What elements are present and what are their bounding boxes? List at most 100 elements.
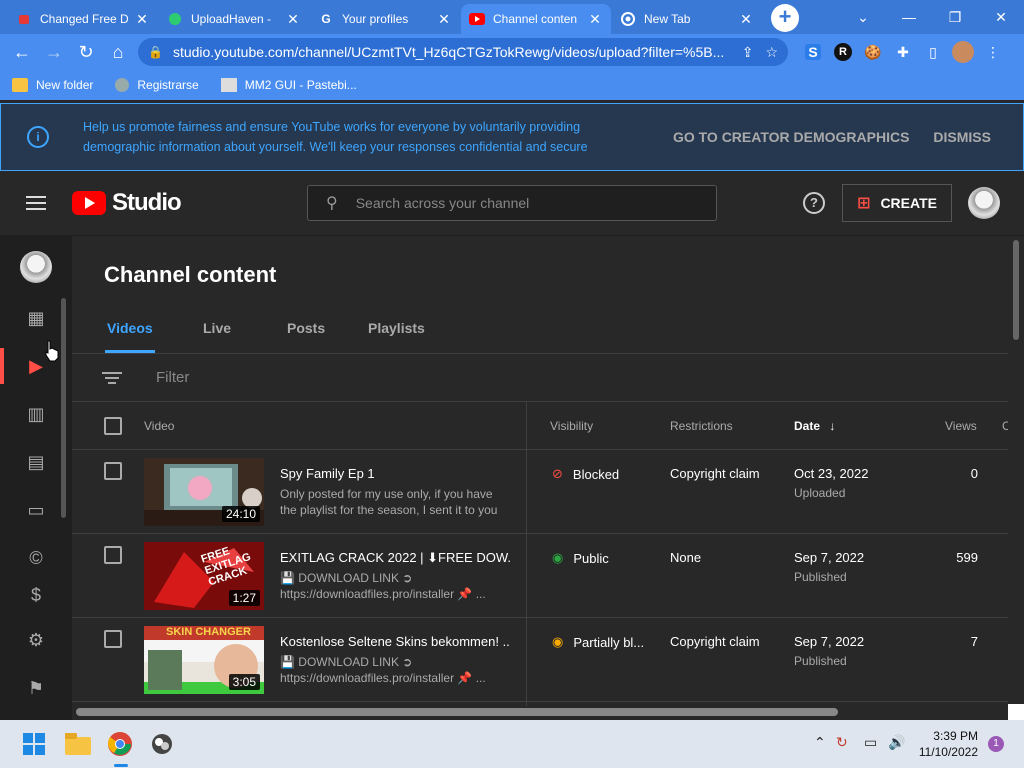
video-title[interactable]: Kostenlose Seltene Skins bekommen! ... bbox=[280, 634, 510, 649]
profile-avatar-icon[interactable] bbox=[948, 37, 978, 67]
table-row[interactable]: 24:10 Spy Family Ep 1 Only posted for my… bbox=[72, 450, 1008, 534]
tab-title: New Tab bbox=[644, 12, 691, 26]
hamburger-menu-icon[interactable] bbox=[26, 192, 46, 214]
restrictions-cell[interactable]: None bbox=[670, 550, 701, 565]
date-cell: Sep 7, 2022 bbox=[794, 634, 865, 649]
game-app-icon[interactable] bbox=[146, 728, 178, 760]
chrome-taskbar-icon[interactable] bbox=[104, 728, 136, 760]
row-checkbox[interactable] bbox=[104, 630, 122, 648]
close-icon[interactable]: ✕ bbox=[134, 11, 150, 28]
new-tab-button[interactable]: + bbox=[771, 4, 799, 32]
visibility-cell[interactable]: ⊘ Blocked bbox=[552, 466, 619, 482]
sync-alert-icon[interactable]: ↻ bbox=[836, 734, 848, 751]
column-visibility[interactable]: Visibility bbox=[550, 419, 593, 433]
video-thumbnail[interactable]: SKIN CHANGER 3:05 bbox=[144, 626, 264, 694]
column-restrictions[interactable]: Restrictions bbox=[670, 419, 733, 433]
row-checkbox[interactable] bbox=[104, 546, 122, 564]
table-row[interactable]: SKIN CHANGER 3:05 Kostenlose Seltene Ski… bbox=[72, 618, 1008, 702]
notification-badge[interactable]: 1 bbox=[988, 736, 1004, 752]
file-explorer-icon[interactable] bbox=[62, 728, 94, 760]
visibility-cell[interactable]: ◉ Partially bl... bbox=[552, 634, 644, 650]
earn-icon[interactable]: $ bbox=[0, 582, 72, 608]
video-description-line: the playlist for the season, I sent it t… bbox=[280, 503, 498, 517]
volume-icon[interactable]: 🔊 bbox=[888, 734, 905, 751]
create-button[interactable]: ⊞ CREATE bbox=[842, 184, 952, 222]
video-thumbnail[interactable]: FREE EXITLAG CRACK 1:27 bbox=[144, 542, 264, 610]
close-icon[interactable]: ✕ bbox=[738, 11, 754, 28]
send-feedback-icon[interactable]: ⚑ bbox=[0, 666, 72, 710]
puzzle-extensions-icon[interactable]: ✚ bbox=[888, 37, 918, 67]
column-date[interactable]: Date ↓ bbox=[794, 419, 835, 433]
channel-search-input[interactable]: ⚲ Search across your channel bbox=[307, 185, 717, 221]
tab-videos[interactable]: Videos bbox=[105, 320, 155, 353]
visibility-cell[interactable]: ◉ Public bbox=[552, 550, 609, 566]
restrictions-cell[interactable]: Copyright claim bbox=[670, 634, 760, 649]
bookmark-new-folder[interactable]: New folder bbox=[12, 78, 93, 92]
table-horizontal-scrollbar[interactable] bbox=[76, 708, 838, 716]
home-icon[interactable]: ⌂ bbox=[102, 36, 134, 68]
video-duration: 1:27 bbox=[228, 590, 260, 606]
studio-logo[interactable]: Studio bbox=[72, 189, 182, 217]
date-status: Published bbox=[794, 654, 847, 668]
video-title[interactable]: EXITLAG CRACK 2022 | ⬇FREE DOW... bbox=[280, 550, 510, 566]
back-icon[interactable]: ← bbox=[6, 36, 38, 68]
show-hidden-icons-icon[interactable]: ⌃ bbox=[814, 734, 826, 751]
filter-icon[interactable] bbox=[102, 369, 122, 387]
tab-search-icon[interactable]: ⌄ bbox=[840, 0, 886, 34]
windows-start-icon[interactable] bbox=[18, 728, 50, 760]
lock-icon[interactable]: 🔒 bbox=[148, 45, 163, 59]
account-avatar[interactable] bbox=[968, 187, 1000, 219]
settings-gear-icon[interactable]: ⚙ bbox=[0, 618, 72, 662]
extension-r-icon[interactable]: R bbox=[828, 37, 858, 67]
minimize-icon[interactable]: — bbox=[886, 0, 932, 34]
bookmark-registrarse[interactable]: Registrarse bbox=[115, 78, 199, 92]
dismiss-button[interactable]: DISMISS bbox=[933, 129, 991, 145]
browser-tab-4[interactable]: Channel conten ✕ bbox=[461, 4, 611, 34]
search-icon: ⚲ bbox=[326, 195, 338, 212]
channel-avatar[interactable] bbox=[20, 251, 52, 283]
video-title[interactable]: Spy Family Ep 1 bbox=[280, 466, 510, 481]
copyright-icon[interactable]: © bbox=[0, 536, 72, 580]
info-icon: i bbox=[27, 126, 49, 148]
browser-tab-3[interactable]: G Your profiles ✕ bbox=[310, 4, 460, 34]
close-icon[interactable]: ✕ bbox=[587, 11, 603, 28]
menu-kebab-icon[interactable]: ⋮ bbox=[978, 37, 1008, 67]
visibility-partially-blocked-eye-icon: ◉ bbox=[552, 634, 564, 649]
address-bar[interactable]: 🔒 studio.youtube.com/channel/UCzmtTVt_Hz… bbox=[138, 38, 788, 66]
network-icon[interactable]: ▭ bbox=[864, 734, 877, 751]
window-close-icon[interactable]: ✕ bbox=[978, 0, 1024, 34]
reload-icon[interactable]: ↻ bbox=[70, 36, 102, 68]
forward-icon[interactable]: → bbox=[38, 36, 70, 68]
go-to-creator-demographics-button[interactable]: GO TO CREATOR DEMOGRAPHICS bbox=[673, 129, 909, 145]
nav-scrollbar[interactable] bbox=[61, 298, 66, 518]
close-icon[interactable]: ✕ bbox=[436, 11, 452, 28]
extension-s-icon[interactable]: S bbox=[798, 37, 828, 67]
system-clock[interactable]: 3:39 PM 11/10/2022 bbox=[912, 728, 978, 760]
table-row[interactable]: FREE EXITLAG CRACK 1:27 EXITLAG CRACK 2022… bbox=[72, 534, 1008, 618]
select-all-checkbox[interactable] bbox=[104, 417, 122, 435]
tab-live[interactable]: Live bbox=[203, 320, 231, 336]
browser-tab-2[interactable]: UploadHaven - ✕ bbox=[159, 4, 309, 34]
close-icon[interactable]: ✕ bbox=[285, 11, 301, 28]
bookmark-pastebin[interactable]: MM2 GUI - Pastebi... bbox=[220, 78, 357, 92]
help-icon[interactable]: ? bbox=[803, 192, 825, 214]
column-views[interactable]: Views bbox=[945, 419, 977, 433]
page-vertical-scrollbar[interactable] bbox=[1013, 240, 1019, 340]
row-checkbox[interactable] bbox=[104, 462, 122, 480]
restrictions-cell[interactable]: Copyright claim bbox=[670, 466, 760, 481]
filter-input[interactable]: Filter bbox=[156, 369, 189, 386]
demographics-banner: i Help us promote fairness and ensure Yo… bbox=[0, 103, 1024, 171]
column-comments[interactable]: C bbox=[1002, 419, 1008, 433]
side-panel-icon[interactable]: ▯ bbox=[918, 37, 948, 67]
browser-tab-5[interactable]: New Tab ✕ bbox=[612, 4, 762, 34]
tab-posts[interactable]: Posts bbox=[287, 320, 325, 336]
bookmark-star-icon[interactable]: ☆ bbox=[765, 44, 778, 61]
video-thumbnail[interactable]: 24:10 bbox=[144, 458, 264, 526]
cookie-extension-icon[interactable]: 🍪 bbox=[858, 37, 888, 67]
share-icon[interactable]: ⇪ bbox=[742, 44, 754, 61]
restore-icon[interactable]: ❐ bbox=[932, 0, 978, 34]
tab-playlists[interactable]: Playlists bbox=[368, 320, 425, 336]
column-video: Video bbox=[144, 419, 175, 433]
date-status: Uploaded bbox=[794, 486, 846, 500]
browser-tab-1[interactable]: Changed Free D ✕ bbox=[8, 4, 158, 34]
